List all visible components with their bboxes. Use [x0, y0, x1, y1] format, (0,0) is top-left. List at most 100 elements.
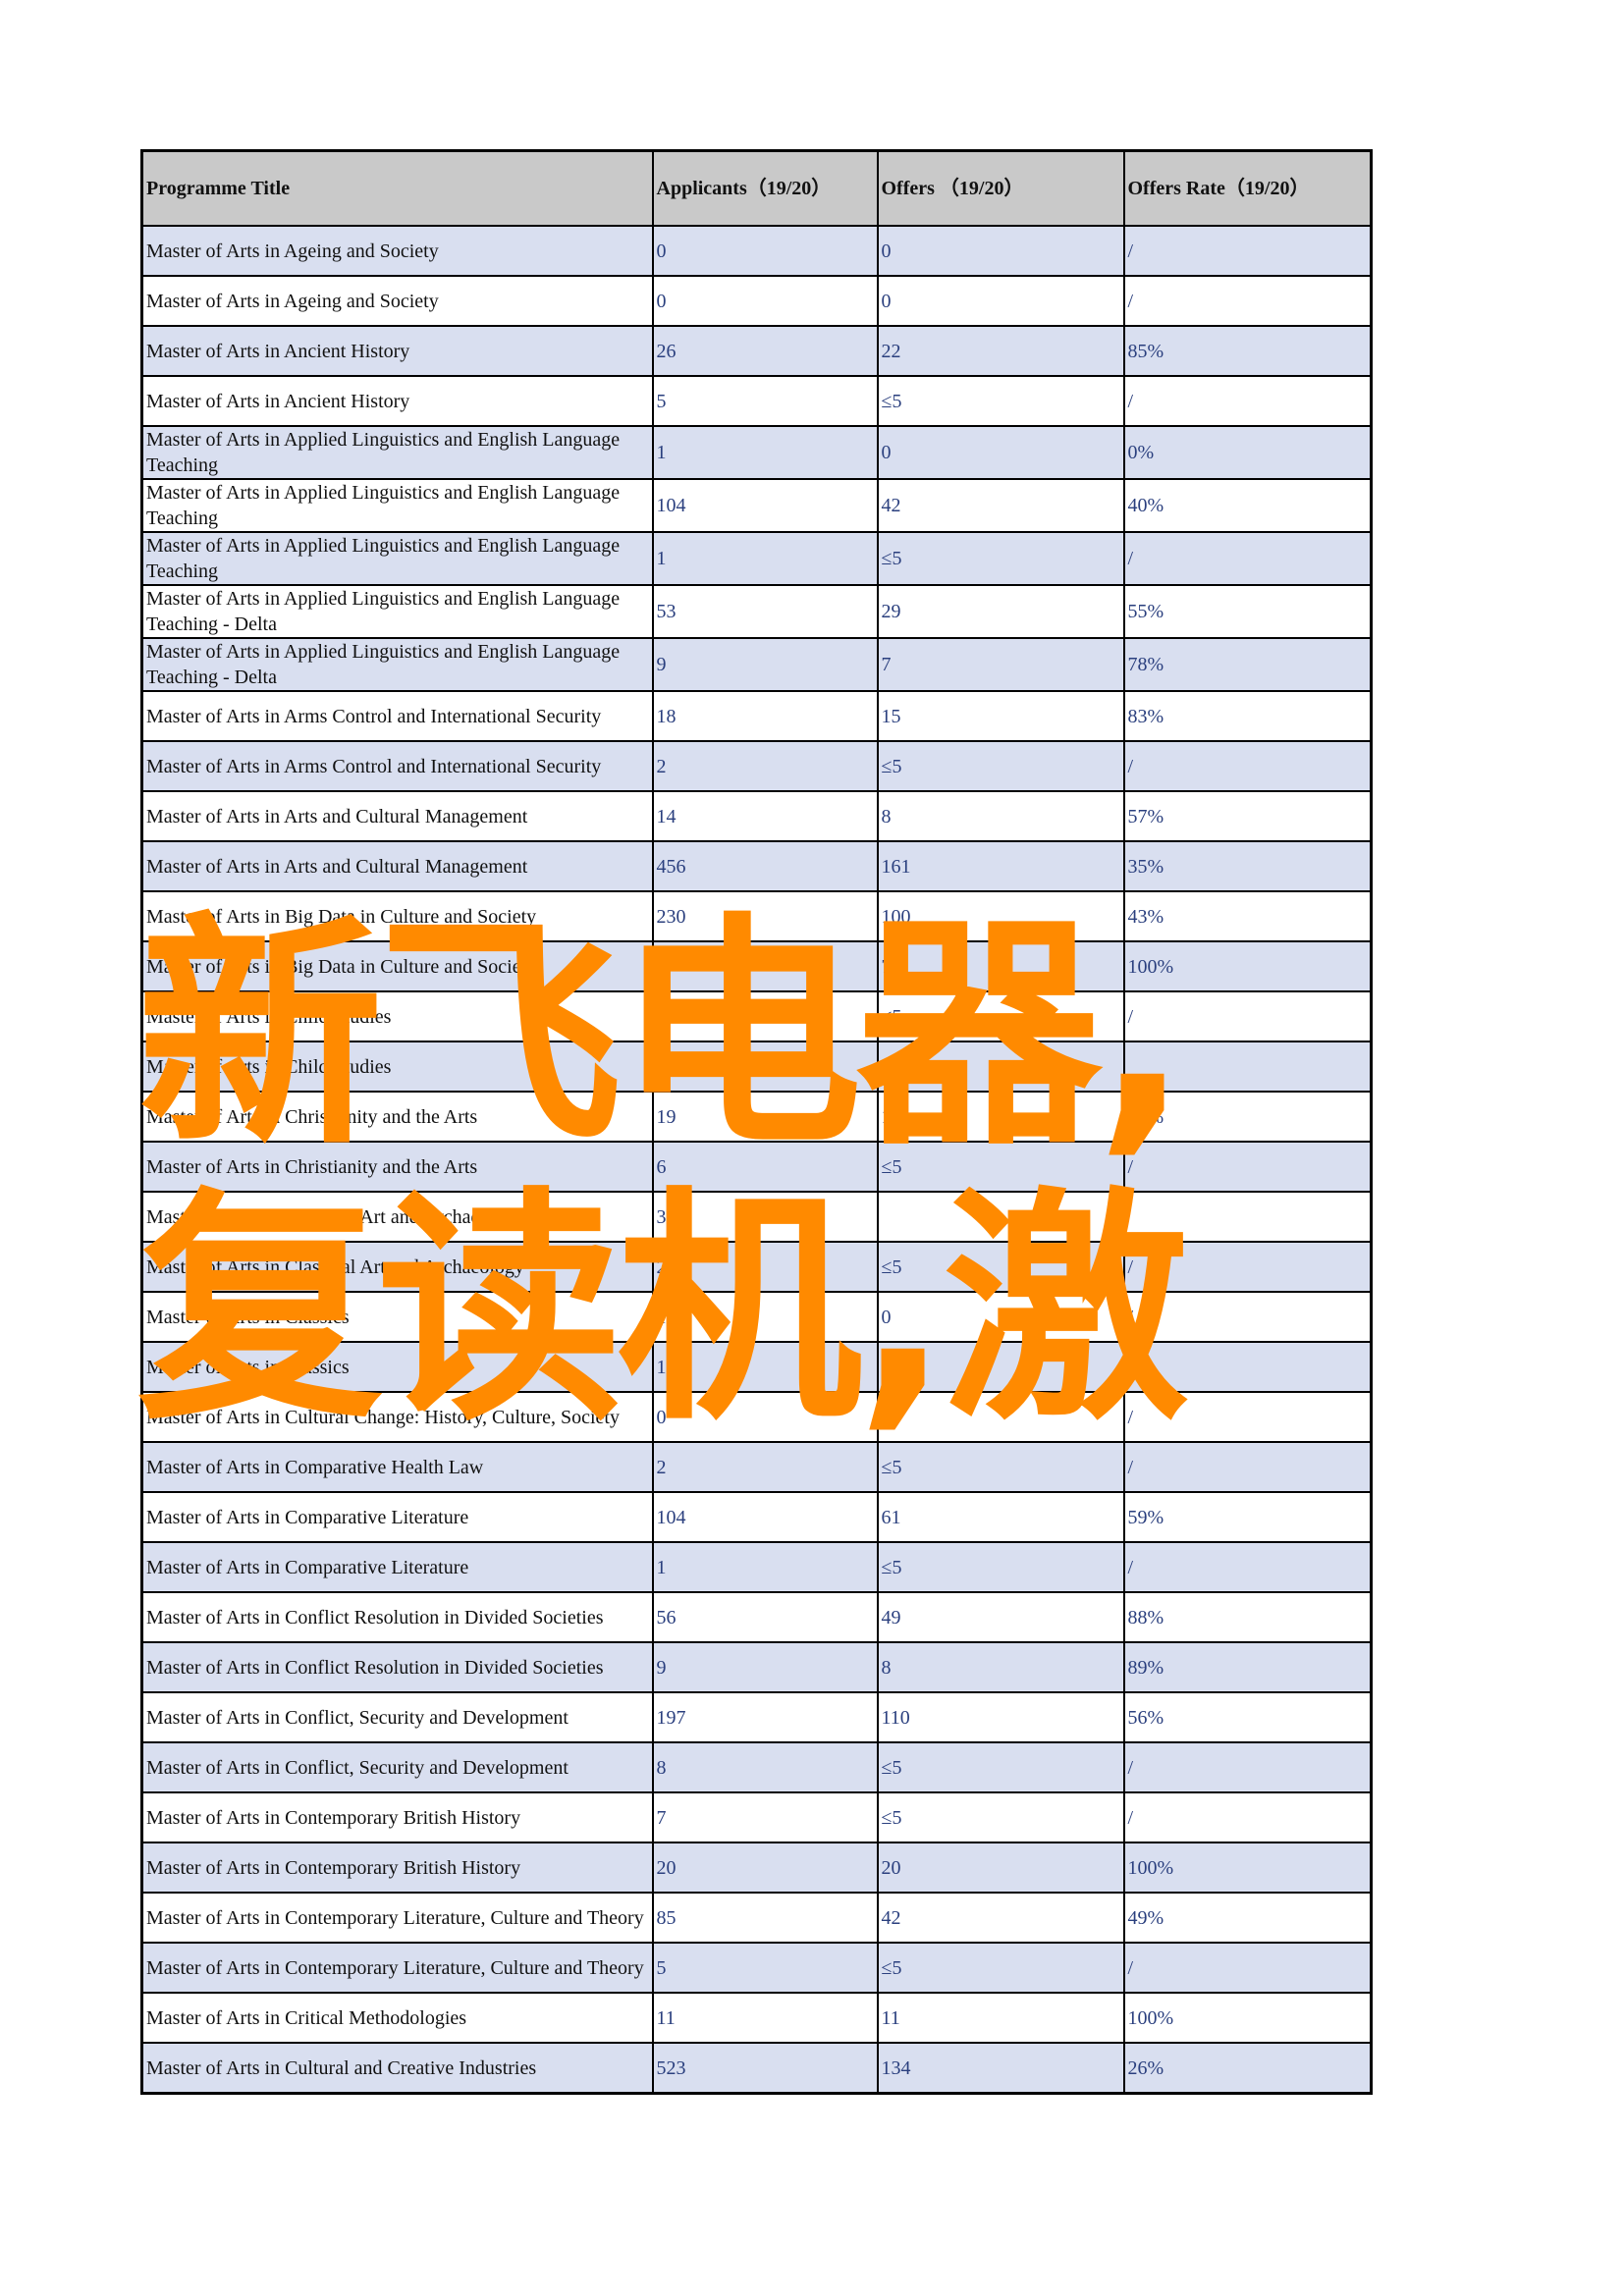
table-row: Master of Arts in Applied Linguistics an… — [140, 637, 1373, 692]
offers-rate-cell: 59% — [1122, 1491, 1373, 1543]
applicants-cell: 5 — [651, 1942, 879, 1994]
table-row: Master of Arts in Applied Linguistics an… — [140, 584, 1373, 639]
applicants-cell: 7 — [651, 940, 879, 992]
offers-rate-cell: / — [1122, 1441, 1373, 1493]
applicants-cell: 20 — [651, 1842, 879, 1894]
offers-cell: ≤5 — [876, 740, 1125, 792]
offers-rate-cell: 43% — [1122, 890, 1373, 942]
programme-title-cell: Master of Arts in Applied Linguistics an… — [140, 637, 654, 692]
offers-rate-cell: / — [1122, 1791, 1373, 1843]
offers-rate-cell — [1122, 1041, 1373, 1093]
offers-rate-cell: 100% — [1122, 940, 1373, 992]
applicants-cell: 1 — [651, 531, 879, 586]
offers-rate-cell: / — [1122, 531, 1373, 586]
programme-title-cell: Master of Arts in Contemporary Literatur… — [140, 1892, 654, 1944]
applicants-cell: 5 — [651, 375, 879, 427]
table-row: Master of Arts in Christianity and the A… — [140, 1141, 1373, 1193]
programme-title-cell: Master of Arts in Arms Control and Inter… — [140, 690, 654, 742]
programme-title-cell: Master of Arts in Conflict Resolution in… — [140, 1641, 654, 1693]
offers-rate-cell: 35% — [1122, 840, 1373, 892]
offers-cell: 20 — [876, 1842, 1125, 1894]
table-row: Master of Arts in Ageing and Society 0 0/ — [140, 275, 1373, 327]
offers-rate-cell: 56% — [1122, 1691, 1373, 1743]
programme-title-cell: Master of Arts in Applied Linguistics an… — [140, 584, 654, 639]
offers-cell: 0 — [876, 225, 1125, 277]
offers-cell: 110 — [876, 1691, 1125, 1743]
applicants-cell: 1 — [651, 425, 879, 480]
table-row: Master of Arts in Arms Control and Inter… — [140, 690, 1373, 742]
offers-rate-cell: 85% — [1122, 325, 1373, 377]
table-row: Master of Arts in Arts and Cultural Mana… — [140, 790, 1373, 842]
applicants-cell: 2 — [651, 740, 879, 792]
offers-cell: 161 — [876, 840, 1125, 892]
table-row: Master of Arts in Cultural Change: Histo… — [140, 1391, 1373, 1443]
applicants-cell: 26 — [651, 325, 879, 377]
offers-cell: 8 — [876, 790, 1125, 842]
offers-cell: 7 — [876, 637, 1125, 692]
offers-rate-cell: 49% — [1122, 1892, 1373, 1944]
applicants-cell: 56 — [651, 1591, 879, 1643]
programme-title-cell: Master of Arts in Christianity and the A… — [140, 1141, 654, 1193]
programme-title-cell: Master of Arts in Cultural and Creative … — [140, 2042, 654, 2095]
applicants-cell: 0 — [651, 275, 879, 327]
table-row: Master of Arts in Arms Control and Inter… — [140, 740, 1373, 792]
offers-cell: ≤5 — [876, 1741, 1125, 1793]
offers-rate-cell: / — [1122, 1741, 1373, 1793]
offers-cell: ≤5 — [876, 1441, 1125, 1493]
programme-title-cell: Master of Arts in Ancient History — [140, 375, 654, 427]
offers-cell — [876, 1341, 1125, 1393]
table-row: Master of Arts in Contemporary British H… — [140, 1791, 1373, 1843]
table-row: Master of Arts in Comparative Literature… — [140, 1491, 1373, 1543]
table-row: Master of Arts in Conflict Resolution in… — [140, 1591, 1373, 1643]
applicants-cell: 2 — [651, 1241, 879, 1293]
offers-rate-cell: / — [1122, 1942, 1373, 1994]
applicants-cell: 104 — [651, 1491, 879, 1543]
applicants-cell: 19 — [651, 1091, 879, 1143]
offers-rate-cell: / — [1122, 1391, 1373, 1443]
programme-title-cell: Master of Arts in Classics — [140, 1341, 654, 1393]
offers-cell: 0 — [876, 275, 1125, 327]
table-header-row: Programme Title Applicants（19/20） Offers… — [140, 149, 1373, 227]
applicants-cell: 0 — [651, 225, 879, 277]
table-row: Master of Arts in Arts and Cultural Mana… — [140, 840, 1373, 892]
programme-title-cell: Master of Arts in Arts and Cultural Mana… — [140, 840, 654, 892]
applicants-cell: 53 — [651, 584, 879, 639]
table-row: Master of Arts in Big Data in Culture an… — [140, 890, 1373, 942]
table-row: Master of Arts in Ancient History 5 ≤5/ — [140, 375, 1373, 427]
offers-cell: 7 — [876, 940, 1125, 992]
offers-rate-cell: / — [1122, 375, 1373, 427]
header-applicants: Applicants（19/20） — [651, 149, 879, 227]
programme-title-cell: Master of Arts in Conflict, Security and… — [140, 1741, 654, 1793]
table-row: Master of Arts in Classical Art and Arch… — [140, 1191, 1373, 1243]
offers-rate-cell: 100% — [1122, 1992, 1373, 2044]
applicants-cell: 9 — [651, 1641, 879, 1693]
table-row: Master of Arts in Child Studies 36 — [140, 1041, 1373, 1093]
applicants-cell: 85 — [651, 1892, 879, 1944]
offers-cell: 100 — [876, 890, 1125, 942]
table-row: Master of Arts in Cultural and Creative … — [140, 2042, 1373, 2095]
table-row: Master of Arts in Applied Linguistics an… — [140, 531, 1373, 586]
programme-title-cell: Master of Arts in Applied Linguistics an… — [140, 531, 654, 586]
programme-title-cell: Master of Arts in Classical Art and Arch… — [140, 1241, 654, 1293]
header-offers: Offers （19/20） — [876, 149, 1125, 227]
offers-cell: 42 — [876, 1892, 1125, 1944]
offers-cell: 42 — [876, 478, 1125, 533]
offers-cell: ≤5 — [876, 1241, 1125, 1293]
applicants-cell: 35 — [651, 1191, 879, 1243]
offers-rate-cell: 0% — [1122, 425, 1373, 480]
offers-cell: 22 — [876, 325, 1125, 377]
offers-cell: 15 — [876, 690, 1125, 742]
table-row: Master of Arts in Comparative Literature… — [140, 1541, 1373, 1593]
offers-cell: ≤5 — [876, 990, 1125, 1042]
applicants-cell: 14 — [651, 790, 879, 842]
offers-cell: 0 — [876, 425, 1125, 480]
offers-rate-cell: 40% — [1122, 478, 1373, 533]
applicants-cell: 8 — [651, 1741, 879, 1793]
programme-title-cell: Master of Arts in Contemporary Literatur… — [140, 1942, 654, 1994]
applicants-cell: 2 — [651, 1441, 879, 1493]
applicants-cell: 230 — [651, 890, 879, 942]
programme-title-cell: Master of Arts in Big Data in Culture an… — [140, 890, 654, 942]
applicants-cell: 6 — [651, 1141, 879, 1193]
offers-cell: 0 — [876, 1291, 1125, 1343]
offers-rate-cell: 57% — [1122, 790, 1373, 842]
